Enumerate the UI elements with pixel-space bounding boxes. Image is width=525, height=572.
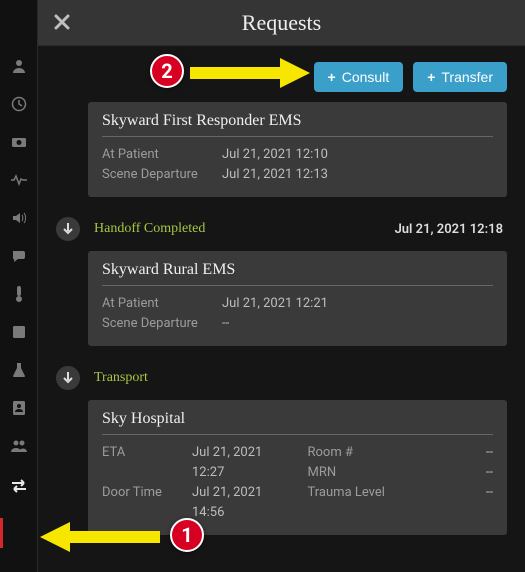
plus-icon: +: [427, 69, 435, 85]
group-icon[interactable]: [9, 436, 29, 456]
card-title: Skyward First Responder EMS: [102, 112, 493, 137]
flask-icon[interactable]: [9, 360, 29, 380]
table-row: MRN--: [308, 463, 494, 483]
table-row: At PatientJul 21, 2021 12:21: [102, 294, 493, 314]
status-time: Jul 21, 2021 12:18: [395, 222, 503, 237]
chat-icon[interactable]: [9, 246, 29, 266]
status-line: Handoff Completed Jul 21, 2021 12:18: [56, 207, 507, 251]
agency-card: Skyward First Responder EMS At PatientJu…: [88, 102, 507, 197]
camera-icon[interactable]: [9, 132, 29, 152]
arrow-down-icon: [56, 217, 80, 241]
transfer-label: Transfer: [441, 69, 493, 85]
sidebar-accent: [0, 518, 3, 548]
table-row: ETAJul 21, 2021 12:27: [102, 443, 288, 483]
table-row: Trauma Level--: [308, 483, 494, 503]
sidebar: [0, 0, 38, 572]
consult-label: Consult: [342, 69, 389, 85]
note-icon[interactable]: [9, 322, 29, 342]
user-icon[interactable]: [9, 56, 29, 76]
status-text: Transport: [94, 370, 148, 386]
status-text: Handoff Completed: [94, 221, 205, 237]
thermometer-icon[interactable]: [9, 284, 29, 304]
transfer-button[interactable]: + Transfer: [413, 62, 507, 92]
heartbeat-icon[interactable]: [9, 170, 29, 190]
table-row: Scene DepartureJul 21, 2021 12:13: [102, 165, 493, 185]
table-row: Door TimeJul 21, 2021 14:56: [102, 483, 288, 523]
status-line: Transport: [56, 356, 507, 400]
table-row: At PatientJul 21, 2021 12:10: [102, 145, 493, 165]
table-row: Room #--: [308, 443, 494, 463]
titlebar: Requests: [38, 0, 525, 46]
consult-button[interactable]: + Consult: [314, 62, 404, 92]
arrow-down-icon: [56, 366, 80, 390]
hospital-card: Sky Hospital ETAJul 21, 2021 12:27 Door …: [88, 400, 507, 535]
transfer-icon[interactable]: [9, 476, 29, 496]
timeline-panel: Skyward First Responder EMS At PatientJu…: [38, 102, 525, 545]
close-icon[interactable]: [52, 12, 72, 36]
volume-icon[interactable]: [9, 208, 29, 228]
annotation-arrow-icon: [40, 520, 160, 554]
agency-card: Skyward Rural EMS At PatientJul 21, 2021…: [88, 251, 507, 346]
plus-icon: +: [328, 69, 336, 85]
clock-icon[interactable]: [9, 94, 29, 114]
annotation-callout-2: 2: [150, 54, 184, 88]
card-title: Sky Hospital: [102, 410, 493, 435]
annotation-arrow-icon: [190, 56, 310, 90]
table-row: Scene Departure--: [102, 314, 493, 334]
annotation-callout-1: 1: [170, 518, 204, 552]
contact-icon[interactable]: [9, 398, 29, 418]
card-title: Skyward Rural EMS: [102, 261, 493, 286]
page-title: Requests: [242, 10, 321, 36]
